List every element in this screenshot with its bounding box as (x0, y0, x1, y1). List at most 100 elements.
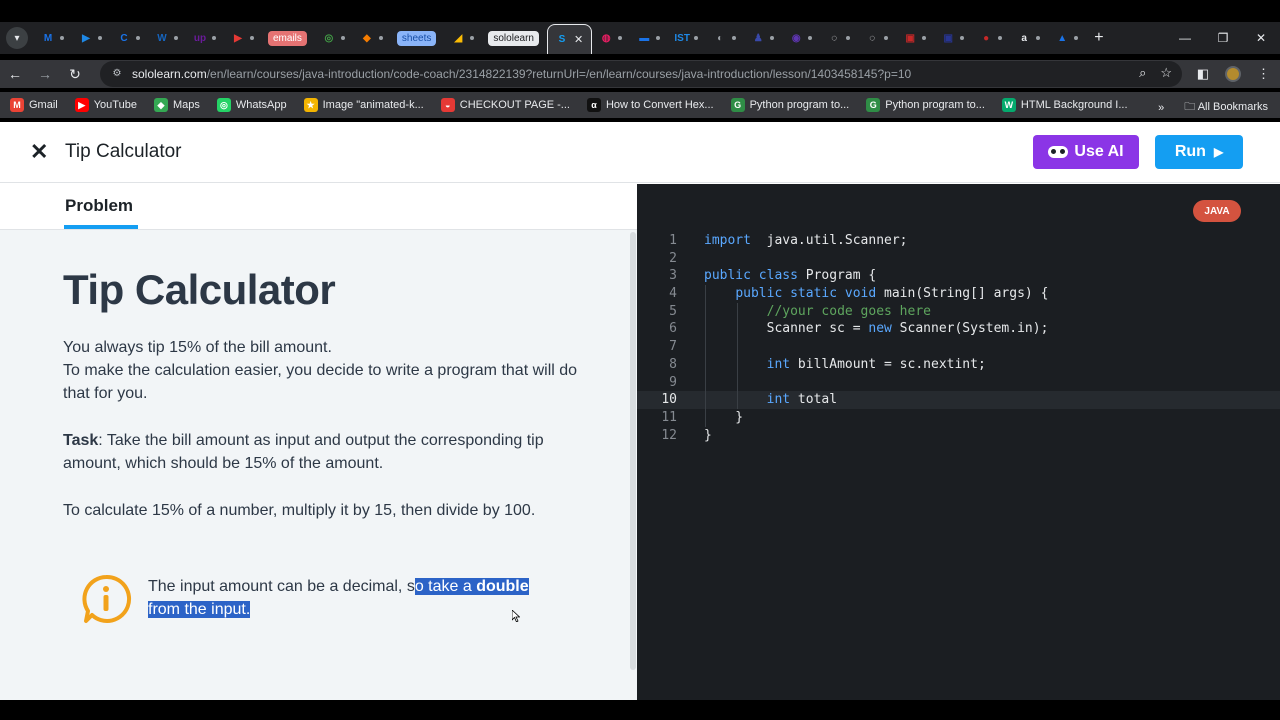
browser-tab[interactable]: ◍ (592, 25, 630, 51)
code-line[interactable]: 7 (637, 338, 1280, 356)
browser-tab[interactable]: ▣ (934, 25, 972, 51)
bookmark-item[interactable]: G Python program to... (730, 98, 849, 112)
bookmark-star-icon[interactable]: ☆ (1160, 65, 1172, 81)
browser-tab[interactable]: ● (972, 25, 1010, 51)
browser-tab[interactable]: ◆ (353, 25, 391, 51)
code-line[interactable]: 6 Scanner sc = new Scanner(System.in); (637, 320, 1280, 339)
indent-guide (737, 338, 738, 356)
alpha-icon: α (586, 98, 601, 112)
bookmark-item[interactable]: ◎ WhatsApp (216, 98, 287, 112)
tab-dot-icon (922, 36, 927, 40)
code-text: public class Program { (704, 268, 877, 284)
info-bold: double (476, 578, 529, 595)
tab-dot-icon (378, 36, 383, 40)
problem-pane: Problem Tip Calculator You always tip 15… (0, 184, 637, 700)
close-window-icon[interactable]: ✕ (1242, 31, 1280, 45)
browser-tab[interactable]: M (34, 25, 72, 51)
minimize-icon[interactable]: — (1166, 31, 1204, 45)
code-text: int total (766, 392, 838, 408)
more-bookmarks-icon[interactable]: » (1158, 102, 1164, 114)
youtube-icon: ▶ (74, 98, 89, 112)
site-info-icon[interactable]: ⚙ (110, 67, 124, 81)
close-icon[interactable]: ✕ (30, 139, 50, 164)
code-line[interactable]: 8 int billAmount = sc.nextint; (637, 355, 1280, 374)
browser-tab[interactable]: sololearn (482, 25, 547, 51)
browser-tab[interactable]: IST (668, 25, 706, 51)
code-line[interactable]: 9 (637, 373, 1280, 392)
use-ai-button[interactable]: Use AI (1033, 135, 1139, 169)
browser-tab[interactable]: ◐ (706, 25, 744, 51)
tab-dot-icon (212, 36, 216, 40)
bookmark-item[interactable]: ★ Image "animated-k... (303, 98, 424, 112)
browser-tab[interactable]: up (186, 25, 224, 51)
menu-icon[interactable]: ⋮ (1257, 66, 1270, 82)
scrollbar[interactable] (630, 232, 636, 670)
bookmark-item[interactable]: W HTML Background I... (1001, 98, 1128, 112)
browser-tab[interactable]: ◎ (315, 25, 353, 51)
browser-tab[interactable]: ▲ (1048, 25, 1086, 51)
browser-tab[interactable]: ◉ (782, 25, 820, 51)
tab-problem[interactable]: Problem (65, 196, 133, 216)
bookmark-item[interactable]: M Gmail (10, 98, 58, 112)
code-line[interactable]: 12} (637, 427, 1280, 445)
side-panel-icon[interactable]: ◧ (1197, 66, 1209, 82)
code-line[interactable]: 3 public class Program { (637, 267, 1280, 285)
tab-favicon-icon: up (193, 32, 207, 44)
code-line[interactable]: 4 public static void main(String[] args)… (637, 285, 1280, 303)
tab-close-icon[interactable]: ✕ (574, 33, 583, 46)
reload-icon[interactable]: ↻ (60, 66, 90, 83)
browser-tab[interactable]: ▣ (896, 25, 934, 51)
address-bar[interactable]: ⚙ sololearn.com/en/learn/courses/java-in… (100, 61, 1182, 87)
tab-favicon-icon: ◌ (869, 32, 876, 44)
code-text: } (704, 427, 712, 443)
back-icon[interactable]: ← (0, 66, 30, 82)
bookmark-item[interactable]: G Python program to... (866, 98, 985, 112)
tab-dot-icon (732, 36, 737, 40)
all-bookmarks-folder[interactable]: 🗀 All Bookmarks (1184, 98, 1268, 117)
tab-favicon-icon: ▣ (943, 32, 953, 44)
tab-favicon-icon: ◆ (363, 32, 371, 44)
browser-tab[interactable]: sheets (391, 25, 444, 51)
bookmark-item[interactable]: ▶ YouTube (74, 98, 137, 112)
browser-tab[interactable]: ▶ (72, 25, 110, 51)
browser-tab[interactable]: ♟ (744, 25, 782, 51)
profile-avatar[interactable] (1225, 66, 1241, 82)
code-line[interactable]: 5 //your code goes here (637, 302, 1280, 321)
tab-favicon-icon: ▶ (234, 32, 242, 44)
screen: ▾ M ▶ C Wup ▶ emails ◎ ◆ sheets ◢ sololearn S ✕ ◍ ▬ IST… (0, 0, 1280, 720)
browser-tab[interactable]: S ✕ (546, 24, 593, 54)
info-icon (82, 574, 132, 623)
forward-icon[interactable]: → (30, 66, 60, 82)
browser-tab[interactable]: ◌ (858, 25, 896, 51)
bookmark-item[interactable]: ◆ Maps (153, 98, 200, 112)
all-bookmarks-label: All Bookmarks (1197, 101, 1268, 113)
code-line[interactable]: 10 int total (637, 391, 1280, 409)
line-number: 10 (661, 392, 677, 408)
code-line[interactable]: 11 } (637, 408, 1280, 427)
browser-tab[interactable]: ◌ (820, 25, 858, 51)
browser-tab[interactable]: C (110, 25, 148, 51)
browser-tab[interactable]: ▬ (630, 25, 668, 51)
code-editor[interactable]: 1 import java.util.Scanner; 2 3 public class… (637, 232, 1280, 444)
code-text: public static void main(String[] args) { (735, 286, 1049, 302)
language-badge: JAVA (1193, 200, 1241, 222)
page: ✕ Tip Calculator Use AI Run ▶ Problem Ti… (0, 122, 1280, 700)
bookmark-item[interactable]: ◒ CHECKOUT PAGE -... (440, 98, 570, 112)
indent-guide (705, 338, 706, 356)
new-tab-button[interactable]: + (1094, 29, 1103, 47)
run-button[interactable]: Run ▶ (1155, 135, 1243, 169)
tab-favicon-icon: ▣ (905, 32, 915, 44)
browser-tab[interactable]: emails (262, 25, 315, 51)
browser-tab[interactable]: ▶ (224, 25, 262, 51)
browser-tab[interactable]: W (148, 25, 186, 51)
bookmark-item[interactable]: α How to Convert Hex... (586, 98, 714, 112)
zoom-icon[interactable]: ⌕ (1139, 65, 1146, 81)
code-line[interactable]: 1 import java.util.Scanner; (637, 232, 1280, 250)
code-line[interactable]: 2 (637, 250, 1280, 268)
browser-tab[interactable]: a (1010, 25, 1048, 51)
restore-icon[interactable]: ❐ (1204, 31, 1242, 45)
tab-dot-icon (340, 36, 345, 40)
play-icon: ▶ (1213, 145, 1224, 159)
tab-search-button[interactable]: ▾ (6, 27, 28, 49)
browser-tab[interactable]: ◢ (444, 25, 482, 51)
